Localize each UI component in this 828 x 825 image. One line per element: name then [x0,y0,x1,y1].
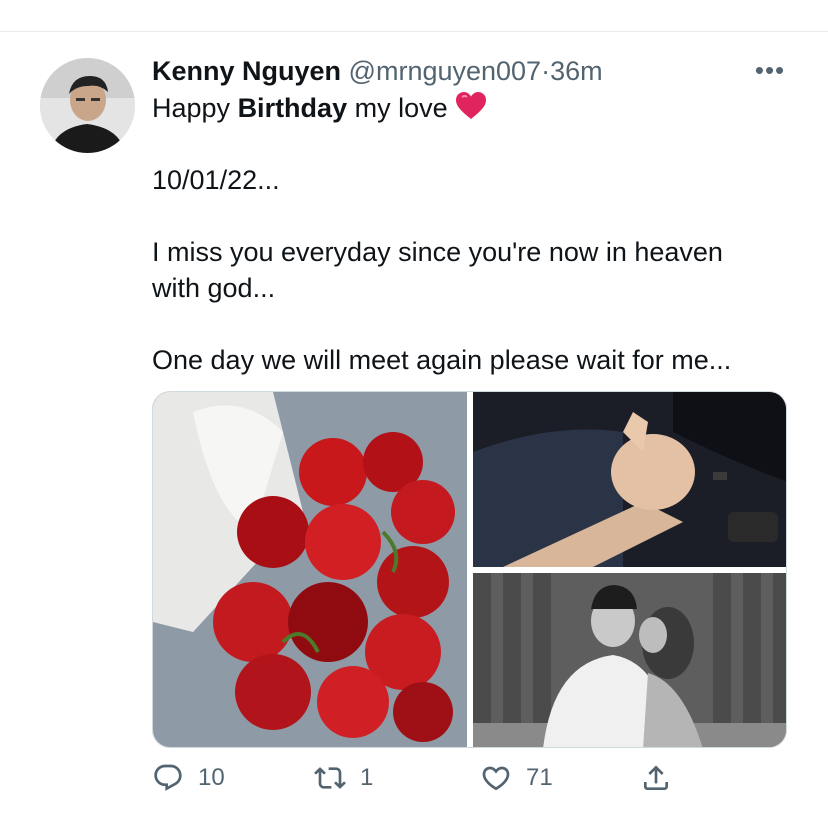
reply-count: 10 [198,764,225,791]
retweet-count: 1 [360,764,374,791]
photo-holding-hands[interactable] [473,392,786,567]
tweet-date-line: 10/01/22... [152,165,280,195]
more-options-button[interactable]: ••• [752,56,788,84]
share-icon [644,765,668,790]
like-button[interactable]: 71 [480,762,553,794]
top-divider [0,31,828,32]
tweet-line-1: Happy Birthday my love [152,90,772,126]
separator-dot: · [541,56,551,86]
tweet-text: Happy Birthday my love 10/01/22... I mis… [152,90,772,378]
like-icon [482,766,510,791]
photo-roses[interactable] [153,392,467,747]
author-name[interactable]: Kenny Nguyen [152,56,341,86]
retweet-icon [314,767,346,789]
retweet-button[interactable]: 1 [314,762,373,794]
line1-bold: Birthday [237,93,348,123]
avatar-image [40,58,135,153]
author-handle[interactable]: @mrnguyen007 [349,56,542,86]
reply-button[interactable]: 10 [152,762,225,794]
heart-emoji-icon [456,92,487,119]
line1-post: my love [347,93,456,123]
tweet-line-4: One day we will meet again please wait f… [152,345,732,375]
photo-couple[interactable] [473,573,786,747]
timestamp[interactable]: 36m [550,56,603,86]
media-grid [152,391,787,748]
share-button[interactable] [640,762,672,794]
tweet-actions: 10 1 71 [152,762,792,802]
like-count: 71 [526,764,553,791]
tweet-header: Kenny Nguyen @mrnguyen007·36m [152,54,603,88]
line1-pre: Happy [152,93,238,123]
tweet-line-3: I miss you everyday since you're now in … [152,237,723,303]
reply-icon [154,764,182,791]
avatar[interactable] [40,58,135,153]
